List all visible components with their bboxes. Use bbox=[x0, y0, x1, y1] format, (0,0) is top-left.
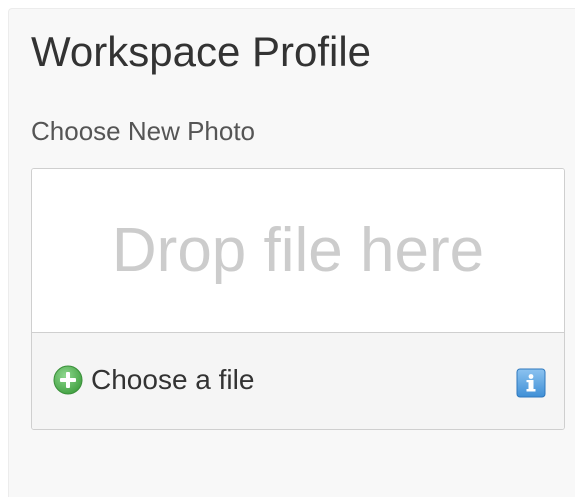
choose-photo-label: Choose New Photo bbox=[31, 116, 256, 146]
page-title: Workspace Profile bbox=[31, 28, 372, 75]
drop-zone-text: Drop file here bbox=[111, 215, 485, 285]
info-icon[interactable] bbox=[516, 368, 546, 398]
choose-file-label: Choose a file bbox=[91, 364, 255, 395]
drop-zone[interactable]: Drop file here bbox=[32, 169, 564, 333]
workspace-profile-panel: Workspace Profile Choose New Photo Drop … bbox=[8, 8, 575, 497]
photo-upload-widget: Drop file here Choose a file bbox=[31, 168, 565, 430]
upload-footer: Choose a file bbox=[32, 333, 564, 429]
plus-circle-icon bbox=[53, 365, 83, 395]
choose-file-button[interactable]: Choose a file bbox=[53, 363, 254, 397]
